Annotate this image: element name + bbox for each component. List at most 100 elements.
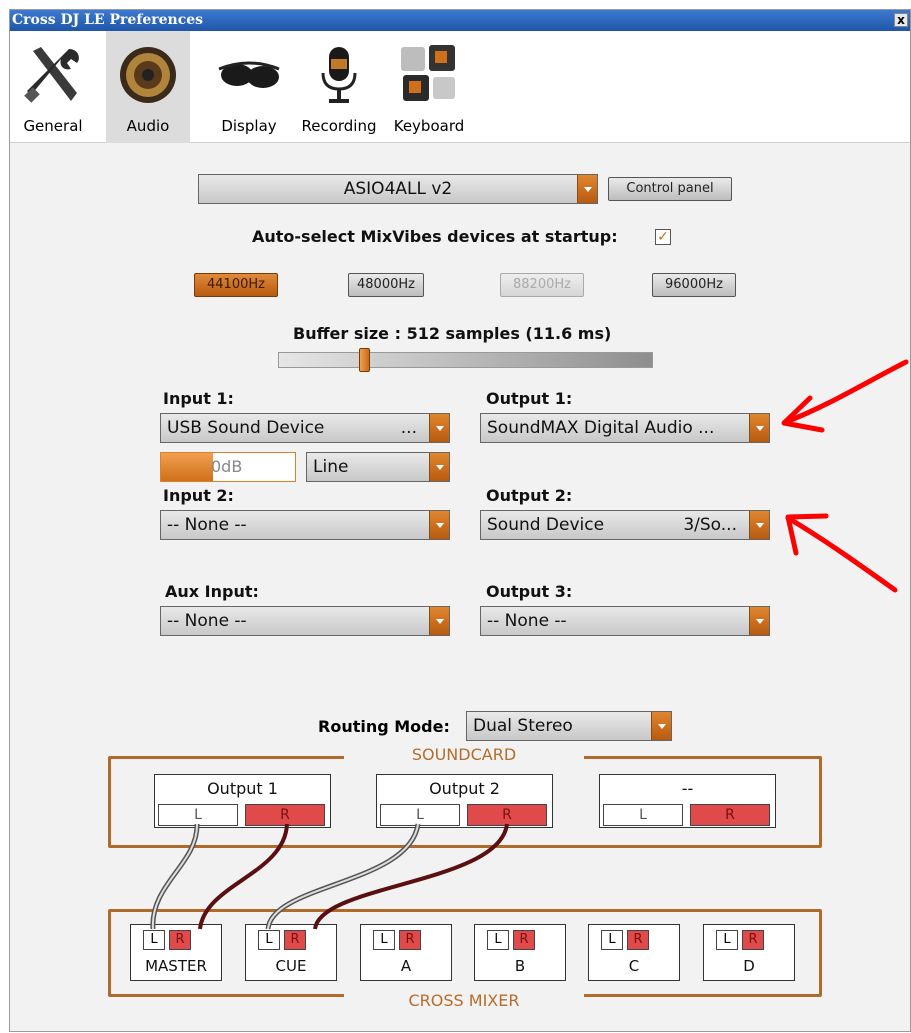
cross-mixer-title: CROSS MIXER xyxy=(344,991,584,1010)
c-left-port[interactable]: L xyxy=(601,930,623,950)
master-right-port[interactable]: R xyxy=(169,930,191,950)
keys-icon xyxy=(401,45,455,101)
chevron-down-icon xyxy=(429,511,449,539)
tools-icon xyxy=(24,47,79,103)
d-right-port[interactable]: R xyxy=(742,930,764,950)
d-left-port[interactable]: L xyxy=(716,930,738,950)
channel-name: A xyxy=(400,957,412,975)
chevron-down-icon xyxy=(749,414,769,442)
input1-label: Input 1: xyxy=(163,389,234,408)
rate-96000-button[interactable]: 96000Hz xyxy=(652,273,736,297)
buffer-slider[interactable] xyxy=(278,352,653,368)
output1-left-port[interactable]: L xyxy=(158,804,238,826)
b-left-port[interactable]: L xyxy=(487,930,509,950)
control-panel-button[interactable]: Control panel xyxy=(608,177,732,201)
output2-value: Sound Device xyxy=(487,515,605,535)
output2-right-port[interactable]: R xyxy=(467,804,547,826)
speaker-icon xyxy=(120,47,176,103)
mixer-channel-cue: L R CUE xyxy=(245,924,337,981)
tab-display[interactable]: Display xyxy=(206,31,292,143)
tab-general[interactable]: General xyxy=(10,31,96,143)
tab-keyboard[interactable]: Keyboard xyxy=(386,31,472,143)
input1-type-value: Line xyxy=(313,457,349,477)
rate-44100-button[interactable]: 44100Hz xyxy=(194,273,278,297)
channel-name: B xyxy=(514,957,526,975)
tab-display-label: Display xyxy=(221,117,277,135)
chevron-down-icon xyxy=(429,453,449,481)
output-name: Output 1 xyxy=(207,779,278,798)
driver-value: ASIO4ALL v2 xyxy=(343,179,453,199)
b-right-port[interactable]: R xyxy=(513,930,535,950)
input1-type-dropdown[interactable]: Line xyxy=(306,452,450,482)
output1-right-port[interactable]: R xyxy=(245,804,325,826)
output3-right-port[interactable]: R xyxy=(690,804,770,826)
output1-dropdown[interactable]: SoundMAX Digital Audio ... xyxy=(480,413,770,443)
input1-dropdown[interactable]: USB Sound Device ... xyxy=(160,413,450,443)
output3-label: Output 3: xyxy=(486,582,573,601)
output2-label: Output 2: xyxy=(486,486,573,505)
soundcard-output-1: Output 1 L R xyxy=(154,774,331,828)
soundcard-output-2: Output 2 L R xyxy=(376,774,553,828)
output2-dropdown[interactable]: Sound Device 3/So... xyxy=(480,510,770,540)
a-right-port[interactable]: R xyxy=(399,930,421,950)
output3-value: -- None -- xyxy=(487,611,567,631)
tab-keyboard-label: Keyboard xyxy=(393,117,465,135)
input2-value: -- None -- xyxy=(167,515,247,535)
tab-recording-label: Recording xyxy=(301,117,377,135)
output-name: Output 2 xyxy=(429,779,500,798)
mixer-channel-c: L R C xyxy=(588,924,680,981)
buffer-slider-thumb[interactable] xyxy=(359,348,370,372)
chevron-down-icon xyxy=(651,712,671,740)
driver-dropdown[interactable]: ASIO4ALL v2 xyxy=(198,174,598,204)
cue-left-port[interactable]: L xyxy=(258,930,280,950)
input1-value: USB Sound Device xyxy=(167,418,325,438)
autoselect-label: Auto-select MixVibes devices at startup: xyxy=(252,227,618,246)
channel-name: MASTER xyxy=(145,957,207,975)
output1-label: Output 1: xyxy=(486,389,573,408)
output3-dropdown[interactable]: -- None -- xyxy=(480,606,770,636)
input2-dropdown[interactable]: -- None -- xyxy=(160,510,450,540)
channel-name: C xyxy=(628,957,640,975)
close-button[interactable]: x xyxy=(894,13,908,27)
chevron-down-icon xyxy=(749,511,769,539)
soundcard-output-3: -- L R xyxy=(599,774,776,828)
mixer-channel-master: L R MASTER xyxy=(130,924,222,981)
chevron-down-icon xyxy=(577,175,597,203)
autoselect-checkbox[interactable]: ✓ xyxy=(655,229,671,245)
output2-left-port[interactable]: L xyxy=(380,804,460,826)
chevron-down-icon xyxy=(429,414,449,442)
routing-mode-value: Dual Stereo xyxy=(473,716,573,736)
a-left-port[interactable]: L xyxy=(373,930,395,950)
aux-input-value: -- None -- xyxy=(167,611,247,631)
microphone-icon xyxy=(321,47,357,103)
audio-panel: ASIO4ALL v2 Control panel Auto-select Mi… xyxy=(10,144,910,1033)
title-bar: Cross DJ LE Preferences x xyxy=(10,10,910,31)
output2-suffix: 3/So... xyxy=(683,515,737,535)
gain-value: 0dB xyxy=(211,457,243,476)
aux-input-label: Aux Input: xyxy=(165,582,259,601)
master-left-port[interactable]: L xyxy=(143,930,165,950)
output3-left-port[interactable]: L xyxy=(603,804,683,826)
rate-88200-button: 88200Hz xyxy=(500,273,584,297)
c-right-port[interactable]: R xyxy=(627,930,649,950)
input1-gain-slider[interactable]: 0dB xyxy=(160,452,296,482)
aux-input-dropdown[interactable]: -- None -- xyxy=(160,606,450,636)
mixer-channel-d: L R D xyxy=(703,924,795,981)
input1-suffix: ... xyxy=(400,418,417,438)
window-title: Cross DJ LE Preferences xyxy=(12,12,204,28)
tab-general-label: General xyxy=(23,117,83,135)
soundcard-title: SOUNDCARD xyxy=(344,745,584,764)
tab-recording[interactable]: Recording xyxy=(294,31,384,143)
cue-right-port[interactable]: R xyxy=(284,930,306,950)
output1-value: SoundMAX Digital Audio ... xyxy=(487,418,715,438)
rate-48000-button[interactable]: 48000Hz xyxy=(348,273,424,297)
channel-name: D xyxy=(743,957,755,975)
buffer-size-label: Buffer size : 512 samples (11.6 ms) xyxy=(293,324,612,343)
chevron-down-icon xyxy=(749,607,769,635)
preferences-window: Cross DJ LE Preferences x General Audio xyxy=(9,9,911,1032)
chevron-down-icon xyxy=(429,607,449,635)
routing-mode-dropdown[interactable]: Dual Stereo xyxy=(466,711,672,741)
gain-fill xyxy=(161,453,213,481)
tab-audio[interactable]: Audio xyxy=(106,31,190,143)
toolbar: General Audio Display Recording Keyboard xyxy=(10,31,910,143)
